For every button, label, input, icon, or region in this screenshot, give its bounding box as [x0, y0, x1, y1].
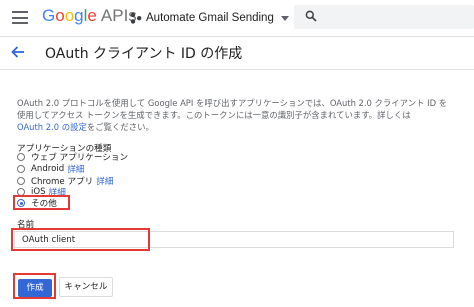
highlight-box-create-button — [13, 273, 56, 299]
cancel-button[interactable]: キャンセル — [59, 277, 113, 297]
search-icon[interactable] — [305, 10, 317, 22]
radio-option-web-app[interactable]: ウェブ アプリケーション — [17, 151, 128, 163]
header-divider — [0, 69, 474, 70]
project-selector[interactable]: Automate Gmail Sending — [130, 7, 289, 29]
oauth-settings-link[interactable]: OAuth 2.0 の設定 — [17, 122, 87, 132]
radio-option-android[interactable]: Android 詳細 — [17, 163, 84, 175]
page-header: OAuth クライアント ID の作成 — [0, 37, 474, 68]
chevron-down-icon — [280, 15, 289, 21]
radio-button[interactable] — [17, 177, 25, 185]
google-apis-logo[interactable]: Google APIs — [42, 6, 137, 26]
project-name: Automate Gmail Sending — [146, 12, 274, 24]
highlight-box-name-field — [11, 228, 150, 251]
arrow-back-icon[interactable] — [10, 44, 26, 60]
page-title: OAuth クライアント ID の作成 — [45, 46, 243, 62]
radio-button[interactable] — [17, 153, 25, 161]
search-input[interactable] — [294, 5, 474, 29]
description-text: OAuth 2.0 プロトコルを使用して Google API を呼び出すアプリ… — [17, 98, 448, 132]
project-nodes-icon — [130, 12, 142, 24]
top-app-bar: Google APIs Automate Gmail Sending — [0, 0, 474, 36]
android-details-link[interactable]: 詳細 — [67, 163, 84, 175]
highlight-box-other-option — [13, 195, 70, 210]
radio-button[interactable] — [17, 165, 25, 173]
chrome-app-details-link[interactable]: 詳細 — [96, 175, 113, 187]
menu-icon[interactable] — [12, 11, 28, 24]
